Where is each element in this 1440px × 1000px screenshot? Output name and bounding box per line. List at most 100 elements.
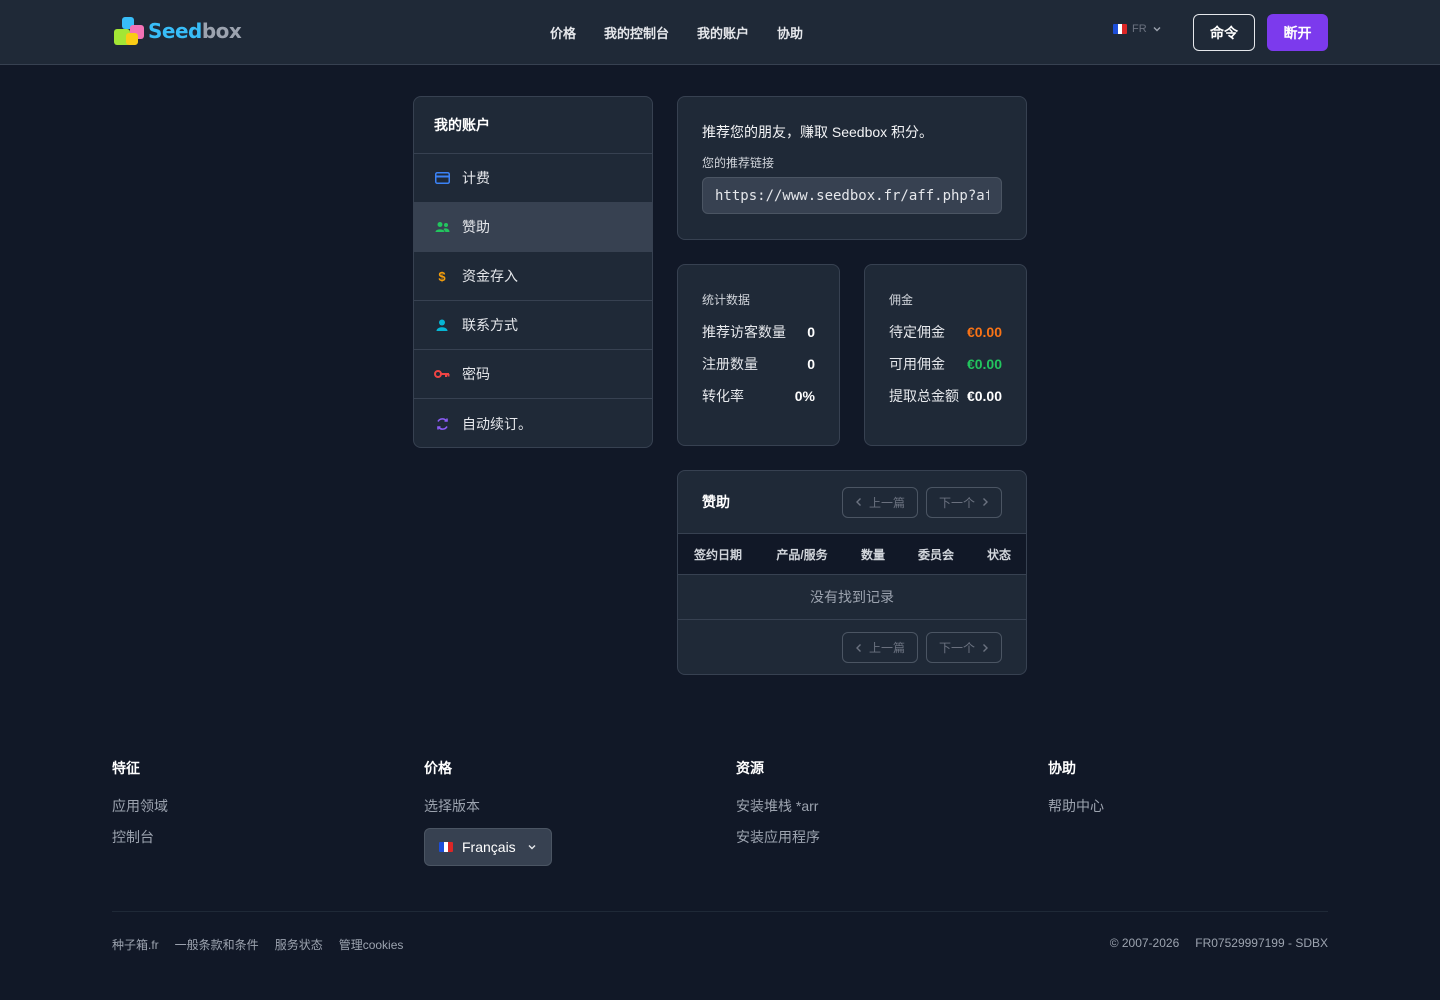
sidebar-item-billing[interactable]: 计费	[414, 154, 652, 203]
next-page-button[interactable]: 下一个	[925, 486, 1002, 518]
commission-row: 待定佣金 €0.00	[889, 316, 1002, 348]
sidebar-item-label: 资金存入	[462, 268, 518, 284]
footer-legal: © 2007-2026 FR07529997199 - SDBX	[1110, 936, 1328, 950]
sidebar-item-auto-renew[interactable]: 自动续订。	[414, 399, 652, 447]
referral-card: 推荐您的朋友，赚取 Seedbox 积分。 您的推荐链接	[677, 96, 1027, 240]
footer-link[interactable]: 选择版本	[424, 796, 552, 816]
disconnect-button[interactable]: 断开	[1267, 14, 1328, 51]
command-button[interactable]: 命令	[1193, 14, 1255, 51]
sidebar-item-label: 联系方式	[462, 317, 518, 333]
refresh-icon	[434, 416, 450, 432]
referral-title: 推荐您的朋友，赚取 Seedbox 积分。	[702, 124, 934, 140]
stat-label: 转化率	[702, 388, 744, 404]
footer-bottom-links: 种子箱.fr 一般条款和条件 服务状态 管理cookies	[112, 936, 403, 953]
stat-label: 推荐访客数量	[702, 324, 786, 340]
footer-col-features: 特征 应用领域 控制台	[112, 758, 168, 858]
stats-card: 统计数据 推荐访客数量 0 注册数量 0 转化率 0%	[677, 264, 840, 446]
sidebar-item-label: 赞助	[462, 219, 490, 235]
prev-label: 上一篇	[868, 495, 905, 510]
commission-value: €0.00	[966, 356, 1002, 372]
sponsorship-title: 赞助	[702, 494, 730, 510]
footer-link[interactable]: 应用领域	[112, 796, 168, 816]
footer-col-title: 特征	[112, 760, 140, 776]
company-id: FR07529997199 - SDBX	[1195, 936, 1328, 950]
top-header: Seedbox 价格 我的控制台 我的账户 协助 FR 命令 断开	[0, 0, 1440, 65]
nav-help[interactable]: 协助	[777, 23, 803, 42]
footer-bottom-link[interactable]: 管理cookies	[339, 936, 404, 953]
next-label: 下一个	[938, 641, 975, 655]
stat-value: 0	[807, 356, 815, 372]
commission-label: 待定佣金	[889, 324, 945, 340]
france-flag-icon	[439, 842, 453, 852]
users-icon	[434, 219, 450, 235]
footer-link[interactable]: 帮助中心	[1048, 796, 1104, 816]
commission-label: 可用佣金	[889, 356, 945, 372]
commission-row: 可用佣金 €0.00	[889, 348, 1002, 380]
stat-row: 转化率 0%	[702, 380, 815, 412]
prev-label: 上一篇	[868, 641, 905, 655]
footer-bottom-link[interactable]: 种子箱.fr	[112, 936, 159, 953]
footer-col-title: 资源	[736, 760, 764, 776]
sidebar-item-label: 自动续订。	[462, 415, 532, 432]
sidebar-item-password[interactable]: 密码	[414, 350, 652, 399]
column-header: 签约日期	[693, 547, 742, 562]
column-header: 委员会	[917, 547, 954, 562]
account-sidebar: 我的账户 计费 赞助 $ 资金存入 联系方式 密码 自动续订。	[413, 96, 653, 448]
next-page-button[interactable]: 下一个	[925, 632, 1002, 663]
column-header: 产品/服务	[776, 547, 828, 562]
nav-my-console[interactable]: 我的控制台	[604, 23, 669, 42]
chevron-left-icon	[855, 498, 861, 506]
language-select-value: Français	[462, 839, 516, 855]
user-icon	[434, 317, 450, 333]
nav-my-account[interactable]: 我的账户	[697, 23, 749, 42]
sidebar-item-label: 计费	[462, 170, 490, 186]
chevron-right-icon	[983, 498, 988, 506]
sidebar-item-label: 密码	[462, 366, 490, 382]
stat-row: 推荐访客数量 0	[702, 316, 815, 348]
footer-col-resources: 资源 安装堆栈 *arr 安装应用程序	[736, 758, 820, 858]
pagination-bottom: 上一篇 下一个	[678, 620, 1026, 674]
chevron-right-icon	[983, 643, 988, 652]
referral-link-input[interactable]	[702, 177, 1002, 214]
footer-bottom-link[interactable]: 一般条款和条件	[175, 936, 259, 953]
commission-value: €0.00	[966, 324, 1002, 340]
commission-title: 佣金	[889, 293, 914, 307]
footer-link[interactable]: 安装应用程序	[736, 827, 820, 847]
language-select[interactable]: Français	[424, 828, 552, 866]
commission-value: €0.00	[966, 388, 1002, 404]
commission-card: 佣金 待定佣金 €0.00 可用佣金 €0.00 提取总金额 €0.00	[864, 264, 1027, 446]
footer-col-help: 协助 帮助中心	[1048, 758, 1104, 827]
sidebar-item-deposit[interactable]: $ 资金存入	[414, 252, 652, 301]
language-code: FR	[1132, 23, 1147, 35]
chevron-down-icon	[1153, 27, 1161, 32]
empty-state: 没有找到记录	[678, 575, 1026, 620]
next-label: 下一个	[938, 495, 975, 510]
logo-text: Seedbox	[148, 19, 242, 43]
sidebar-item-sponsorship[interactable]: 赞助	[414, 203, 652, 252]
stat-row: 注册数量 0	[702, 348, 815, 380]
seedbox-logo[interactable]: Seedbox	[112, 15, 242, 47]
sponsorship-header: 赞助 上一篇 下一个	[678, 471, 1026, 534]
language-switcher[interactable]: FR	[1113, 23, 1162, 35]
stats-title: 统计数据	[702, 293, 751, 307]
footer-col-title: 价格	[424, 760, 452, 776]
sidebar-item-contact[interactable]: 联系方式	[414, 301, 652, 350]
stat-value: 0	[807, 324, 815, 340]
dollar-icon: $	[438, 268, 446, 284]
sponsorship-card: 赞助 上一篇 下一个 签约日期 产品/服务 数量 委员会 状态 没有找到记录 上…	[677, 470, 1027, 675]
column-header: 状态	[986, 547, 1011, 562]
pagination-top: 上一篇 下一个	[841, 486, 1002, 518]
footer-link[interactable]: 安装堆栈 *arr	[736, 796, 820, 816]
stat-value: 0%	[794, 388, 815, 404]
footer-bottom-link[interactable]: 服务状态	[275, 936, 323, 953]
column-header: 数量	[860, 547, 885, 562]
commission-row: 提取总金额 €0.00	[889, 380, 1002, 412]
table-header: 签约日期 产品/服务 数量 委员会 状态	[678, 534, 1026, 575]
logo-cubes-icon	[112, 15, 146, 47]
prev-page-button[interactable]: 上一篇	[841, 632, 918, 663]
chevron-left-icon	[855, 643, 861, 652]
nav-pricing[interactable]: 价格	[550, 23, 576, 42]
key-icon	[434, 366, 450, 382]
prev-page-button[interactable]: 上一篇	[841, 486, 918, 518]
footer-link[interactable]: 控制台	[112, 827, 168, 847]
